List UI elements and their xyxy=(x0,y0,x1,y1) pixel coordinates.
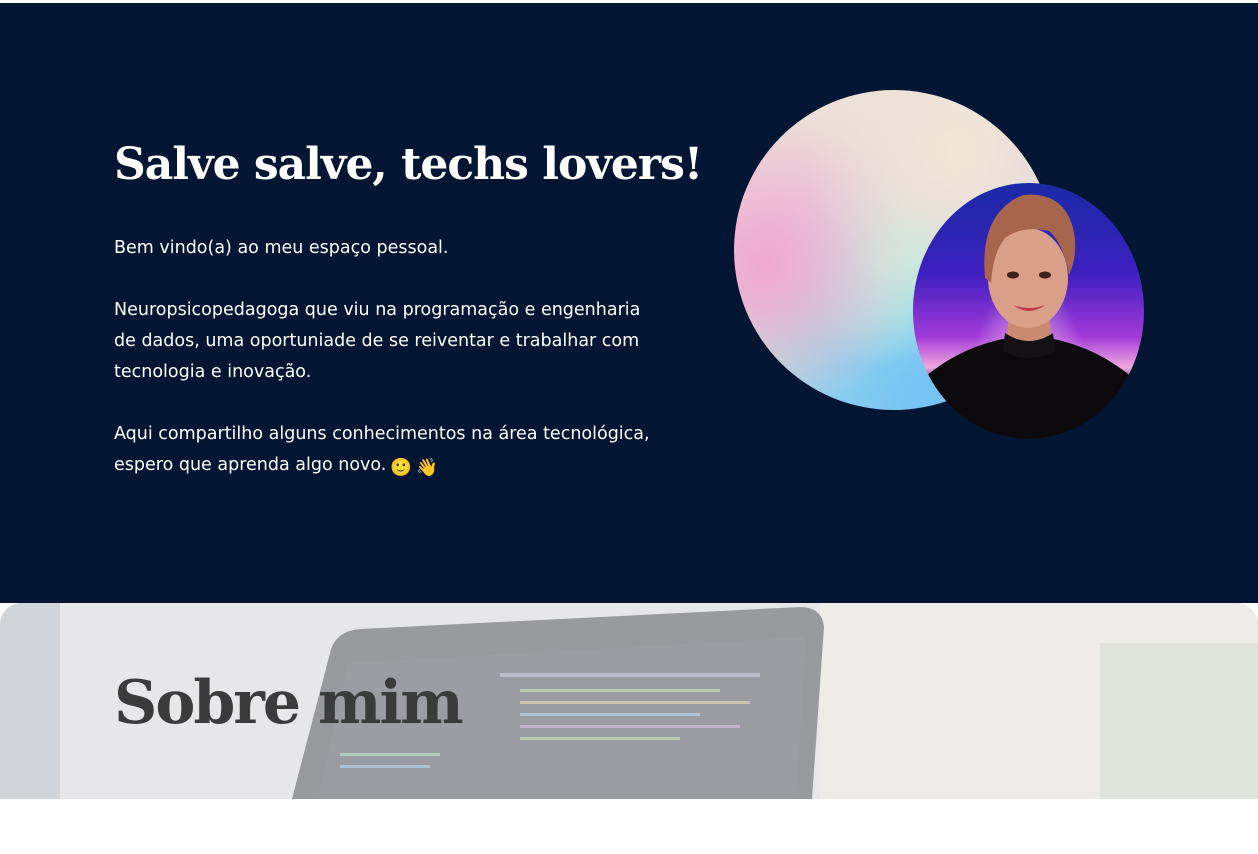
profile-photo xyxy=(913,183,1144,439)
hero-section: Salve salve, techs lovers! Bem vindo(a) … xyxy=(0,3,1258,603)
left-eye xyxy=(1007,271,1019,279)
hero-intro: Bem vindo(a) ao meu espaço pessoal. Neur… xyxy=(114,233,654,515)
hero-title: Salve salve, techs lovers! xyxy=(114,139,703,190)
about-title: Sobre mim xyxy=(114,668,464,738)
hero-paragraph-share-text: Aqui compartilho alguns conhecimentos na… xyxy=(114,424,650,475)
smile-emoji-icon: 🙂 xyxy=(390,458,413,478)
about-section: Sobre mim xyxy=(0,603,1258,799)
hero-paragraph-welcome: Bem vindo(a) ao meu espaço pessoal. xyxy=(114,238,449,258)
right-eye xyxy=(1039,271,1051,279)
hero-paragraph-share: Aqui compartilho alguns conhecimentos na… xyxy=(114,419,654,484)
page: Salve salve, techs lovers! Bem vindo(a) … xyxy=(0,0,1258,854)
wave-emoji-icon: 👋 xyxy=(416,458,438,478)
profile-photo-illustration xyxy=(913,194,1144,439)
hero-paragraph-bio: Neuropsicopedagoga que viu na programaçã… xyxy=(114,300,641,382)
